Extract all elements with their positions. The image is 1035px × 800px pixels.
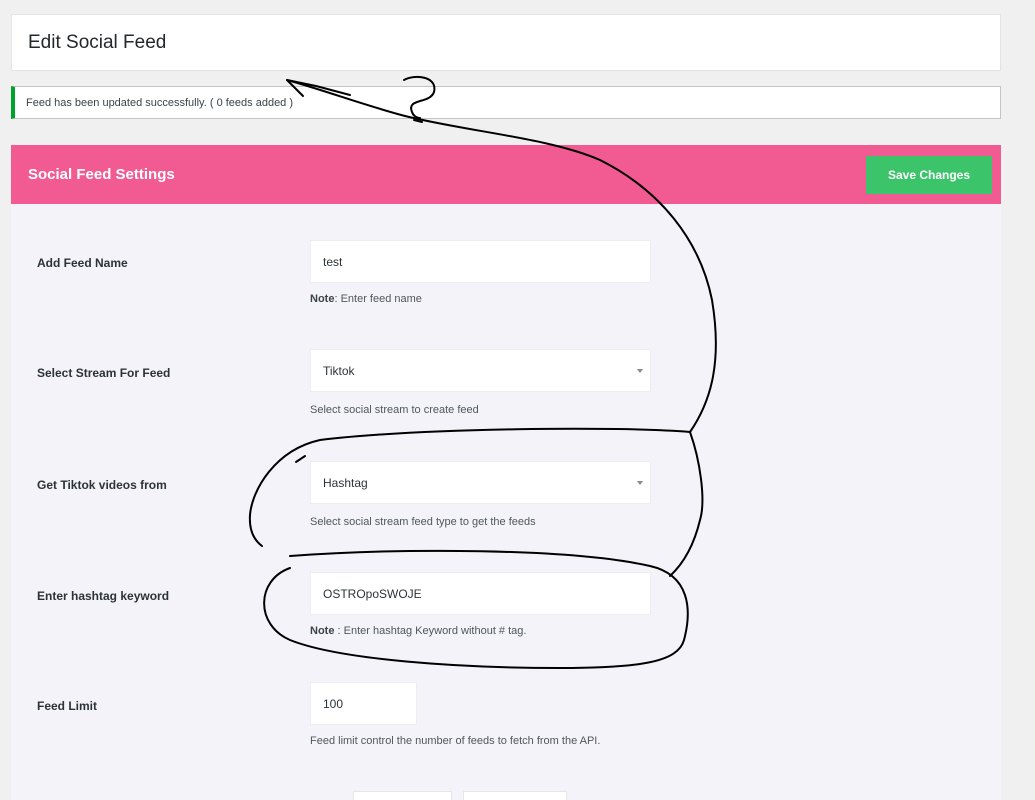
form-action-button-1[interactable]	[353, 791, 452, 800]
feed-name-note-bold: Note	[310, 293, 335, 305]
feed-name-value: test	[323, 254, 343, 269]
hashtag-value: OSTROpoSWOJE	[323, 586, 422, 601]
stream-select-value: Tiktok	[323, 363, 355, 378]
feed-name-note: Note: Enter feed name	[310, 293, 422, 305]
save-changes-button[interactable]: Save Changes	[866, 155, 992, 194]
form-action-button-2[interactable]	[463, 791, 567, 800]
feed-name-label: Add Feed Name	[37, 256, 128, 270]
feed-limit-input[interactable]: 100	[310, 682, 417, 725]
notice-text: Feed has been updated successfully. ( 0 …	[26, 96, 294, 109]
page-header: Edit Social Feed	[11, 14, 1001, 71]
source-type-label: Get Tiktok videos from	[37, 478, 167, 492]
settings-form: Add Feed Name test Note: Enter feed name…	[11, 204, 1001, 800]
page: Edit Social Feed Feed has been updated s…	[0, 0, 1035, 800]
hashtag-note-bold: Note	[310, 625, 335, 637]
hashtag-note: Note : Enter hashtag Keyword without # t…	[310, 625, 526, 637]
stream-label: Select Stream For Feed	[37, 366, 171, 380]
stream-select[interactable]: Tiktok	[310, 349, 651, 392]
hashtag-input[interactable]: OSTROpoSWOJE	[310, 572, 651, 615]
feed-limit-label: Feed Limit	[37, 699, 98, 713]
hashtag-label: Enter hashtag keyword	[37, 589, 170, 603]
source-type-value: Hashtag	[323, 475, 368, 490]
success-notice: Feed has been updated successfully. ( 0 …	[11, 86, 1001, 119]
settings-title: Social Feed Settings	[28, 166, 175, 183]
stream-hint: Select social stream to create feed	[310, 404, 479, 416]
feed-name-note-text: : Enter feed name	[334, 293, 422, 305]
feed-name-input[interactable]: test	[310, 240, 651, 283]
page-title: Edit Social Feed	[28, 31, 167, 53]
hashtag-note-text: : Enter hashtag Keyword without # tag.	[334, 625, 527, 637]
feed-limit-value: 100	[323, 696, 344, 711]
feed-limit-hint: Feed limit control the number of feeds t…	[310, 735, 601, 747]
settings-header: Social Feed Settings Save Changes	[11, 145, 1001, 204]
source-type-select[interactable]: Hashtag	[310, 461, 651, 504]
source-type-hint: Select social stream feed type to get th…	[310, 516, 536, 528]
